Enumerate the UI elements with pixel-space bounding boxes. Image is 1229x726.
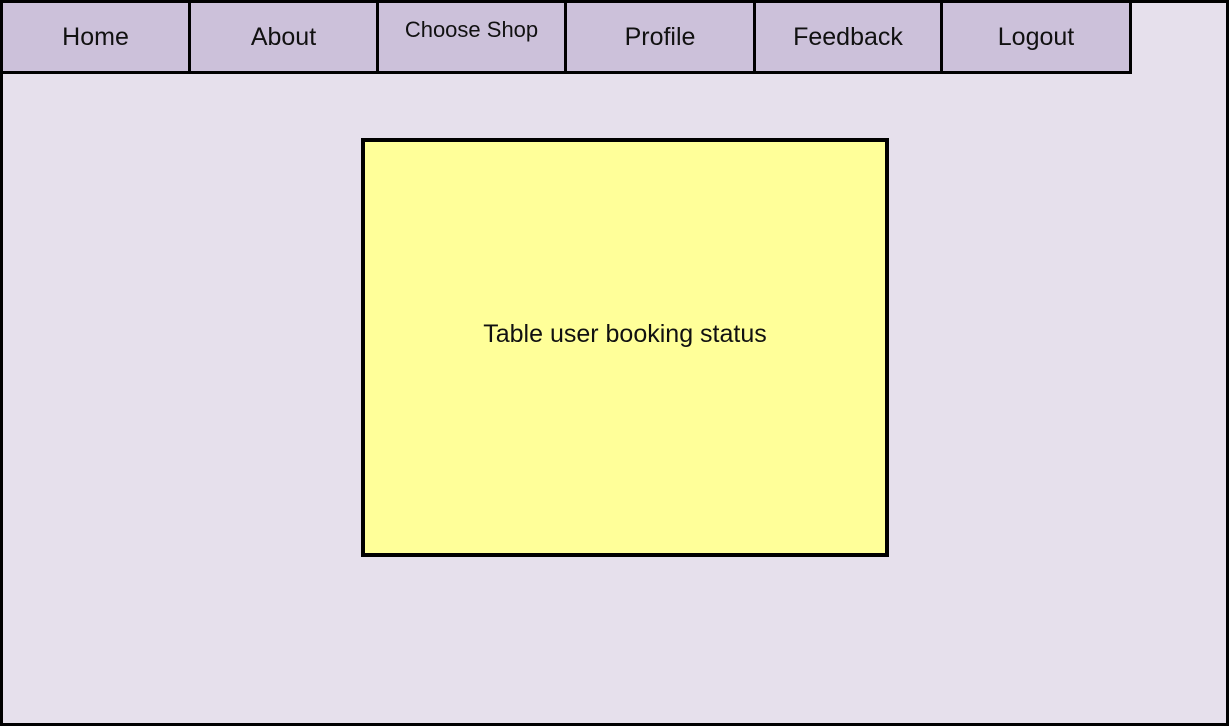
tab-logout[interactable]: Logout	[940, 0, 1132, 74]
tab-profile[interactable]: Profile	[564, 0, 756, 74]
top-navigation-bar: Home About Choose Shop Profile Feedback …	[0, 0, 1132, 74]
booking-status-table-label: Table user booking status	[483, 320, 767, 348]
tab-choose-shop[interactable]: Choose Shop	[376, 0, 567, 74]
tab-feedback[interactable]: Feedback	[753, 0, 943, 74]
tab-about[interactable]: About	[188, 0, 379, 74]
tab-home[interactable]: Home	[0, 0, 191, 74]
booking-status-table-placeholder: Table user booking status	[361, 138, 889, 557]
